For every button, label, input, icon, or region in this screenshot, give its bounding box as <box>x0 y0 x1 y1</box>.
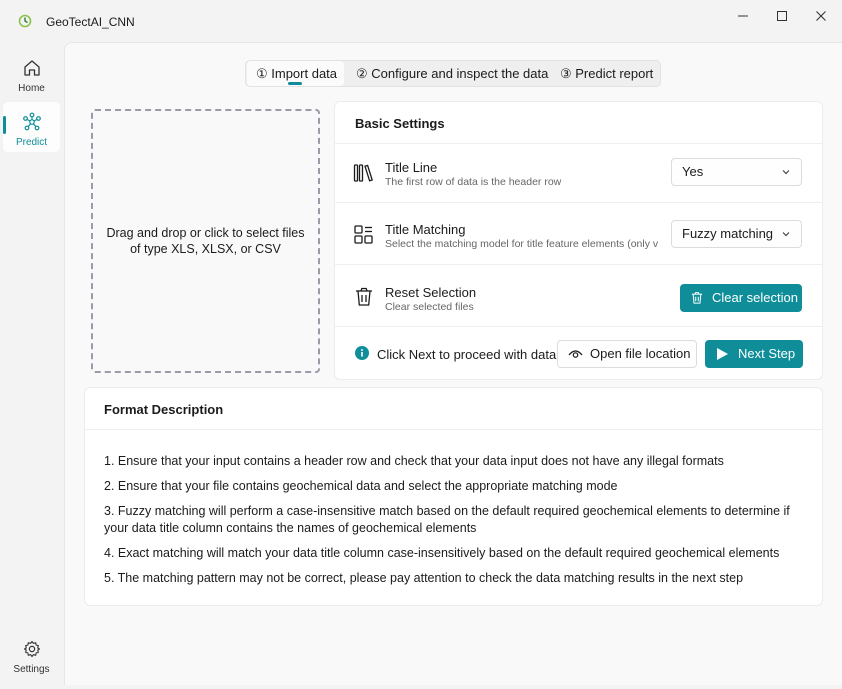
minimize-button[interactable] <box>728 6 758 26</box>
basic-settings-card: Basic Settings Title Line The first row … <box>334 101 823 380</box>
format-description-card: Format Description 1. Ensure that your i… <box>84 387 823 606</box>
gear-icon <box>23 640 41 658</box>
info-icon <box>355 346 369 360</box>
sidebar-item-settings[interactable]: Settings <box>3 639 60 689</box>
clear-selection-button[interactable]: Clear selection <box>680 284 802 312</box>
sidebar: Home Predict Settings <box>0 42 64 685</box>
minimize-icon <box>738 15 748 17</box>
play-icon <box>717 348 728 360</box>
divider <box>335 326 822 327</box>
sidebar-item-label: Predict <box>15 137 48 148</box>
chevron-down-icon <box>782 232 790 237</box>
open-file-location-label: Open file location <box>590 346 691 361</box>
divider <box>335 143 822 144</box>
molecule-icon <box>23 112 41 131</box>
format-item: 5. The matching pattern may not be corre… <box>104 571 744 585</box>
title-matching-description: Select the matching model for title feat… <box>385 238 659 250</box>
format-item: 4. Exact matching will match your data t… <box>104 546 780 560</box>
title-line-value: Yes <box>682 164 704 179</box>
next-step-button[interactable]: Next Step <box>705 340 803 368</box>
reset-selection-description: Clear selected files <box>385 301 474 313</box>
close-button[interactable] <box>806 6 836 26</box>
sidebar-item-label: Home <box>18 83 45 94</box>
tab-active-indicator <box>288 82 302 85</box>
divider <box>335 264 822 265</box>
title-matching-label: Title Matching <box>385 222 466 237</box>
home-icon <box>24 60 40 76</box>
divider <box>335 202 822 203</box>
clear-selection-label: Clear selection <box>712 290 798 305</box>
format-item: 3. Fuzzy matching will perform a case-in… <box>104 504 790 535</box>
maximize-button[interactable] <box>767 6 797 26</box>
app-window: GeoTectAI_CNN Home Predict Settings ① Im… <box>0 0 842 685</box>
file-dropzone[interactable]: Drag and drop or click to select files o… <box>91 109 320 373</box>
eye-icon <box>568 350 583 358</box>
app-logo-icon <box>18 14 32 28</box>
tab-label: ③ Predict report <box>560 66 654 81</box>
library-books-icon <box>353 164 374 182</box>
basic-settings-title: Basic Settings <box>355 116 445 131</box>
trash-icon <box>356 287 372 306</box>
tab-configure-data[interactable]: ② Configure and inspect the data <box>356 61 548 86</box>
reset-selection-label: Reset Selection <box>385 285 477 300</box>
next-step-label: Next Step <box>738 346 796 361</box>
title-matching-value: Fuzzy matching <box>682 226 774 241</box>
title-line-label: Title Line <box>385 160 438 175</box>
tab-import-data[interactable]: ① Import data <box>247 61 344 86</box>
title-matching-select[interactable]: Fuzzy matching <box>671 220 802 248</box>
dropzone-text-line1: Drag and drop or click to select files <box>106 226 305 240</box>
chevron-down-icon <box>782 170 790 175</box>
format-item: 2. Ensure that your file contains geoche… <box>104 479 618 493</box>
divider <box>85 429 822 430</box>
tab-label: ② Configure and inspect the data <box>356 66 549 81</box>
title-line-description: The first row of data is the header row <box>385 176 562 188</box>
grid-layout-icon <box>354 225 373 244</box>
active-indicator <box>3 116 6 134</box>
open-file-location-button[interactable]: Open file location <box>557 340 697 368</box>
title-line-select[interactable]: Yes <box>671 158 802 186</box>
sidebar-item-home[interactable]: Home <box>3 52 60 102</box>
info-text: Click Next to proceed with data <box>377 347 557 362</box>
title-bar: GeoTectAI_CNN <box>0 0 842 42</box>
maximize-icon <box>777 11 787 21</box>
close-icon <box>816 11 826 21</box>
app-title: GeoTectAI_CNN <box>46 15 135 29</box>
step-tabs: ① Import data ② Configure and inspect th… <box>245 60 661 87</box>
format-description-title: Format Description <box>104 402 224 417</box>
tab-predict-report[interactable]: ③ Predict report <box>560 61 656 86</box>
trash-icon <box>691 292 703 304</box>
sidebar-item-label: Settings <box>13 664 50 675</box>
sidebar-item-predict[interactable]: Predict <box>3 102 60 152</box>
format-item: 1. Ensure that your input contains a hea… <box>104 454 724 468</box>
dropzone-text-line2: of type XLS, XLSX, or CSV <box>130 242 281 256</box>
